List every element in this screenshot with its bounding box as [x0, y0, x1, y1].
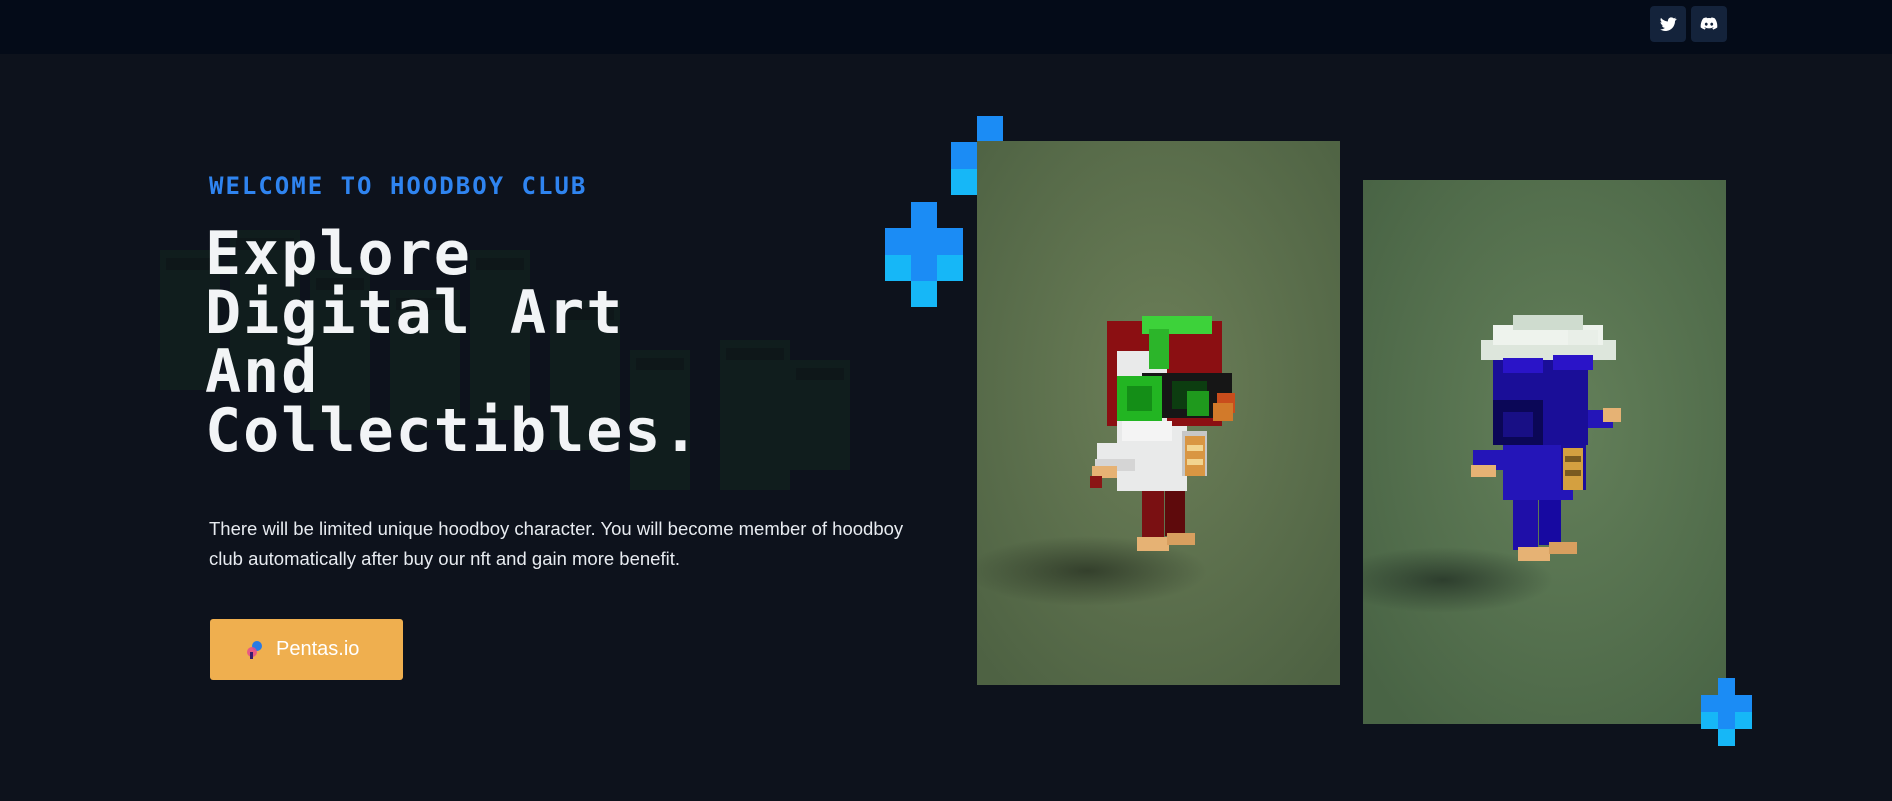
twitter-icon	[1660, 17, 1677, 32]
hoodboy-red-illustration	[977, 141, 1340, 685]
headline-line: And	[205, 337, 320, 407]
top-navbar	[0, 0, 1892, 54]
hero-eyebrow: WELCOME TO HOODBOY CLUB	[209, 172, 588, 200]
nft-card-red	[977, 141, 1340, 685]
headline-line: Explore	[205, 219, 472, 289]
plus-decoration-icon	[885, 202, 963, 307]
hero-description: There will be limited unique hoodboy cha…	[209, 518, 904, 569]
discord-icon	[1700, 17, 1718, 30]
plus-decoration-icon	[1701, 678, 1752, 746]
twitter-button[interactable]	[1650, 6, 1686, 42]
hero-headline: Explore Digital Art And Collectibles.	[205, 219, 701, 466]
headline-line: Collectibles.	[205, 396, 701, 466]
headline-line: Digital Art	[205, 278, 625, 348]
discord-button[interactable]	[1691, 6, 1727, 42]
nft-card-blue	[1363, 180, 1726, 724]
pentas-button[interactable]: Pentas.io	[210, 619, 403, 680]
pentas-button-label: Pentas.io	[276, 638, 360, 660]
hoodboy-blue-illustration	[1363, 180, 1726, 724]
pentas-logo-icon	[247, 640, 262, 659]
